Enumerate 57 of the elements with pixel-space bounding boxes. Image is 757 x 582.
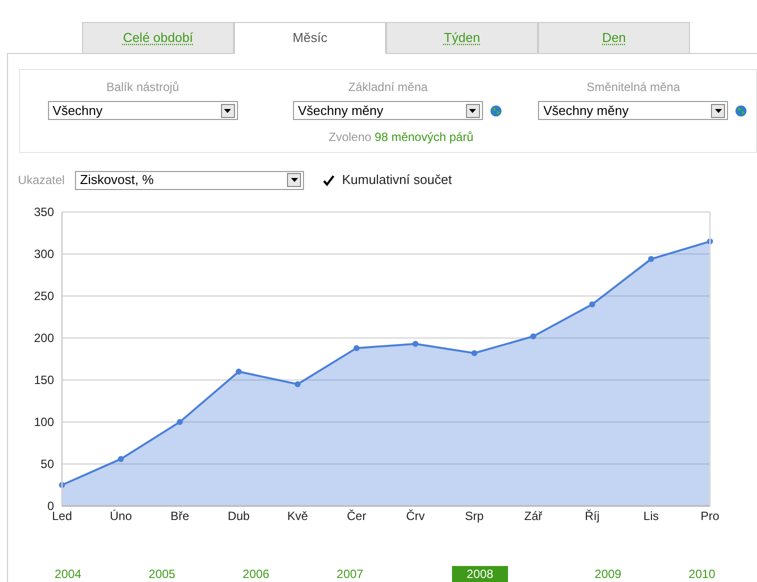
data-point: [118, 456, 124, 462]
data-point: [707, 238, 713, 244]
data-point: [530, 333, 536, 340]
data-point: [354, 345, 360, 352]
globe-icon: [735, 104, 748, 116]
x-tick-label: Srp: [465, 509, 484, 523]
year-link[interactable]: 2010: [674, 566, 730, 582]
year-link[interactable]: 2009: [580, 566, 636, 582]
dropdown[interactable]: Ziskovost, %: [75, 170, 304, 190]
y-tick-label: 300: [34, 247, 54, 261]
y-tick-label: 0: [47, 499, 54, 513]
tab[interactable]: Den: [538, 22, 690, 54]
x-tick-label: Zář: [524, 509, 542, 523]
filter-label: Balík nástrojů: [106, 79, 180, 94]
y-tick-label: 350: [34, 205, 54, 219]
tab[interactable]: Týden: [386, 22, 538, 54]
y-tick-label: 250: [34, 289, 54, 303]
y-tick-label: 100: [34, 415, 54, 429]
pairs-link[interactable]: 98 měnových párů: [374, 130, 474, 144]
indicator-label: Ukazatel: [18, 172, 66, 189]
tab[interactable]: Měsíc: [234, 22, 386, 54]
data-point: [294, 381, 301, 388]
data-point: [236, 368, 242, 375]
selection-note: Zvoleno 98 měnových párů: [328, 129, 474, 146]
data-point: [648, 256, 654, 262]
x-tick-label: Bře: [170, 509, 190, 523]
year-link[interactable]: 2004: [40, 566, 96, 582]
data-point: [176, 419, 183, 425]
y-tick-label: 50: [40, 457, 54, 471]
year-link[interactable]: 2007: [322, 566, 378, 582]
x-tick-label: Led: [52, 509, 72, 523]
x-tick-label: Lis: [643, 509, 659, 523]
data-point: [471, 350, 478, 356]
x-tick-label: Dub: [228, 509, 250, 523]
globe-icon: [490, 104, 502, 116]
dropdown[interactable]: Všechny měny: [292, 101, 483, 120]
year-link[interactable]: 2006: [228, 566, 284, 582]
x-tick-label: Čer: [346, 509, 366, 523]
filter-label: Směnitelná měna: [586, 79, 680, 94]
data-point: [589, 301, 596, 308]
x-tick-label: Črv: [406, 509, 425, 523]
x-tick-label: Kvě: [287, 509, 308, 523]
cumulative-label: Kumulativní součet: [342, 171, 452, 190]
tab[interactable]: Celé období: [82, 22, 234, 54]
y-tick-label: 150: [34, 373, 54, 387]
dropdown[interactable]: Všechny měny: [538, 101, 728, 120]
y-tick-label: 200: [34, 331, 54, 345]
year-link[interactable]: 2005: [134, 566, 190, 582]
data-point: [59, 482, 65, 488]
x-tick-label: Pro: [700, 509, 720, 523]
x-tick-label: Úno: [110, 509, 132, 523]
filter-label: Základní měna: [348, 79, 428, 94]
checkbox[interactable]: [322, 174, 335, 186]
x-tick-label: Říj: [584, 509, 600, 523]
data-point: [412, 340, 418, 347]
dropdown[interactable]: Všechny: [48, 101, 238, 120]
year-link[interactable]: 2008: [452, 566, 508, 582]
